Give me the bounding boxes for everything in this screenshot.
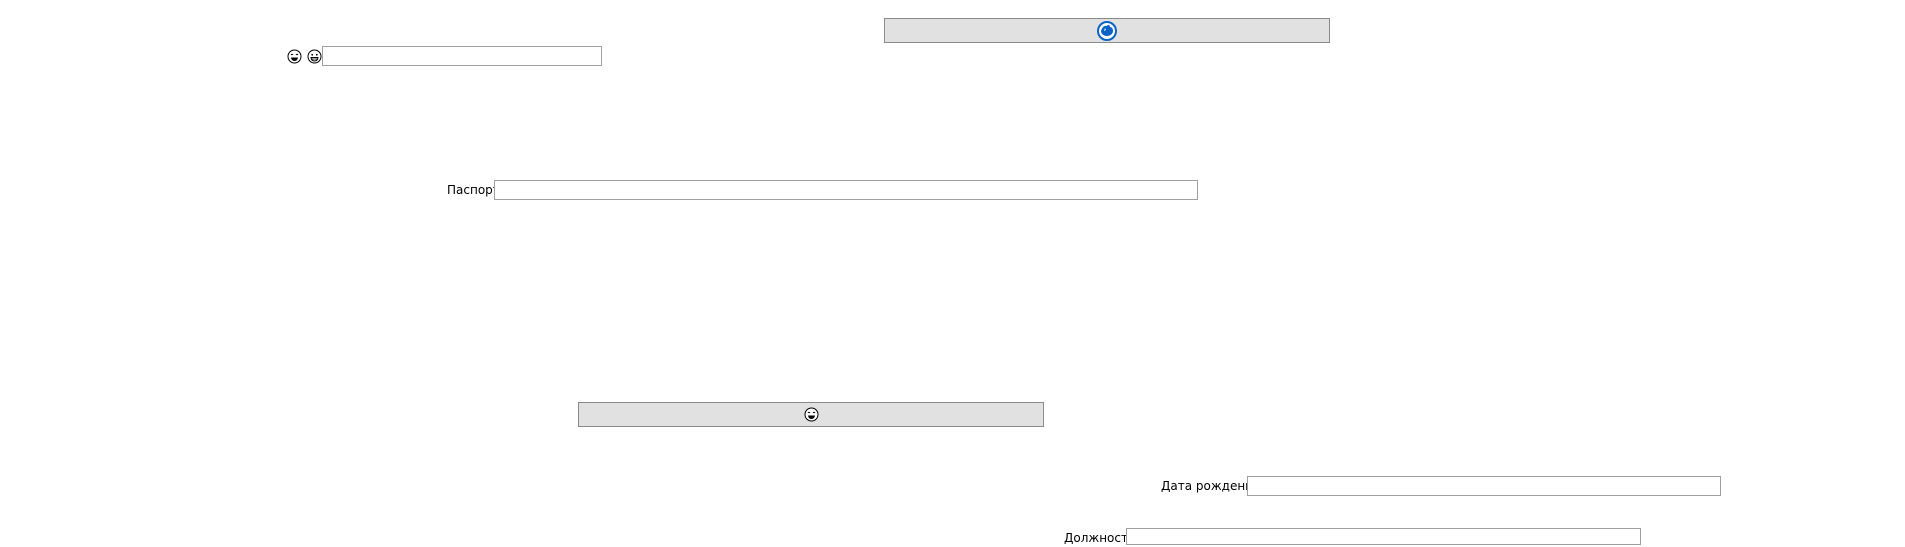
globe-icon	[1097, 20, 1117, 41]
top-left-text-field[interactable]	[322, 46, 602, 66]
passport-field[interactable]	[494, 180, 1198, 200]
passport-label: Паспорт	[447, 183, 500, 197]
grinning-face-icon[interactable]	[307, 49, 322, 64]
laughing-face-icon	[804, 407, 819, 422]
top-globe-button[interactable]	[884, 18, 1330, 43]
middle-emoji-button[interactable]	[578, 402, 1044, 427]
birth-date-label: Дата рождения	[1161, 479, 1261, 493]
position-field[interactable]	[1126, 528, 1641, 545]
laughing-face-icon[interactable]	[287, 49, 302, 64]
position-label: Должность	[1064, 531, 1136, 545]
birth-date-field[interactable]	[1247, 476, 1721, 496]
